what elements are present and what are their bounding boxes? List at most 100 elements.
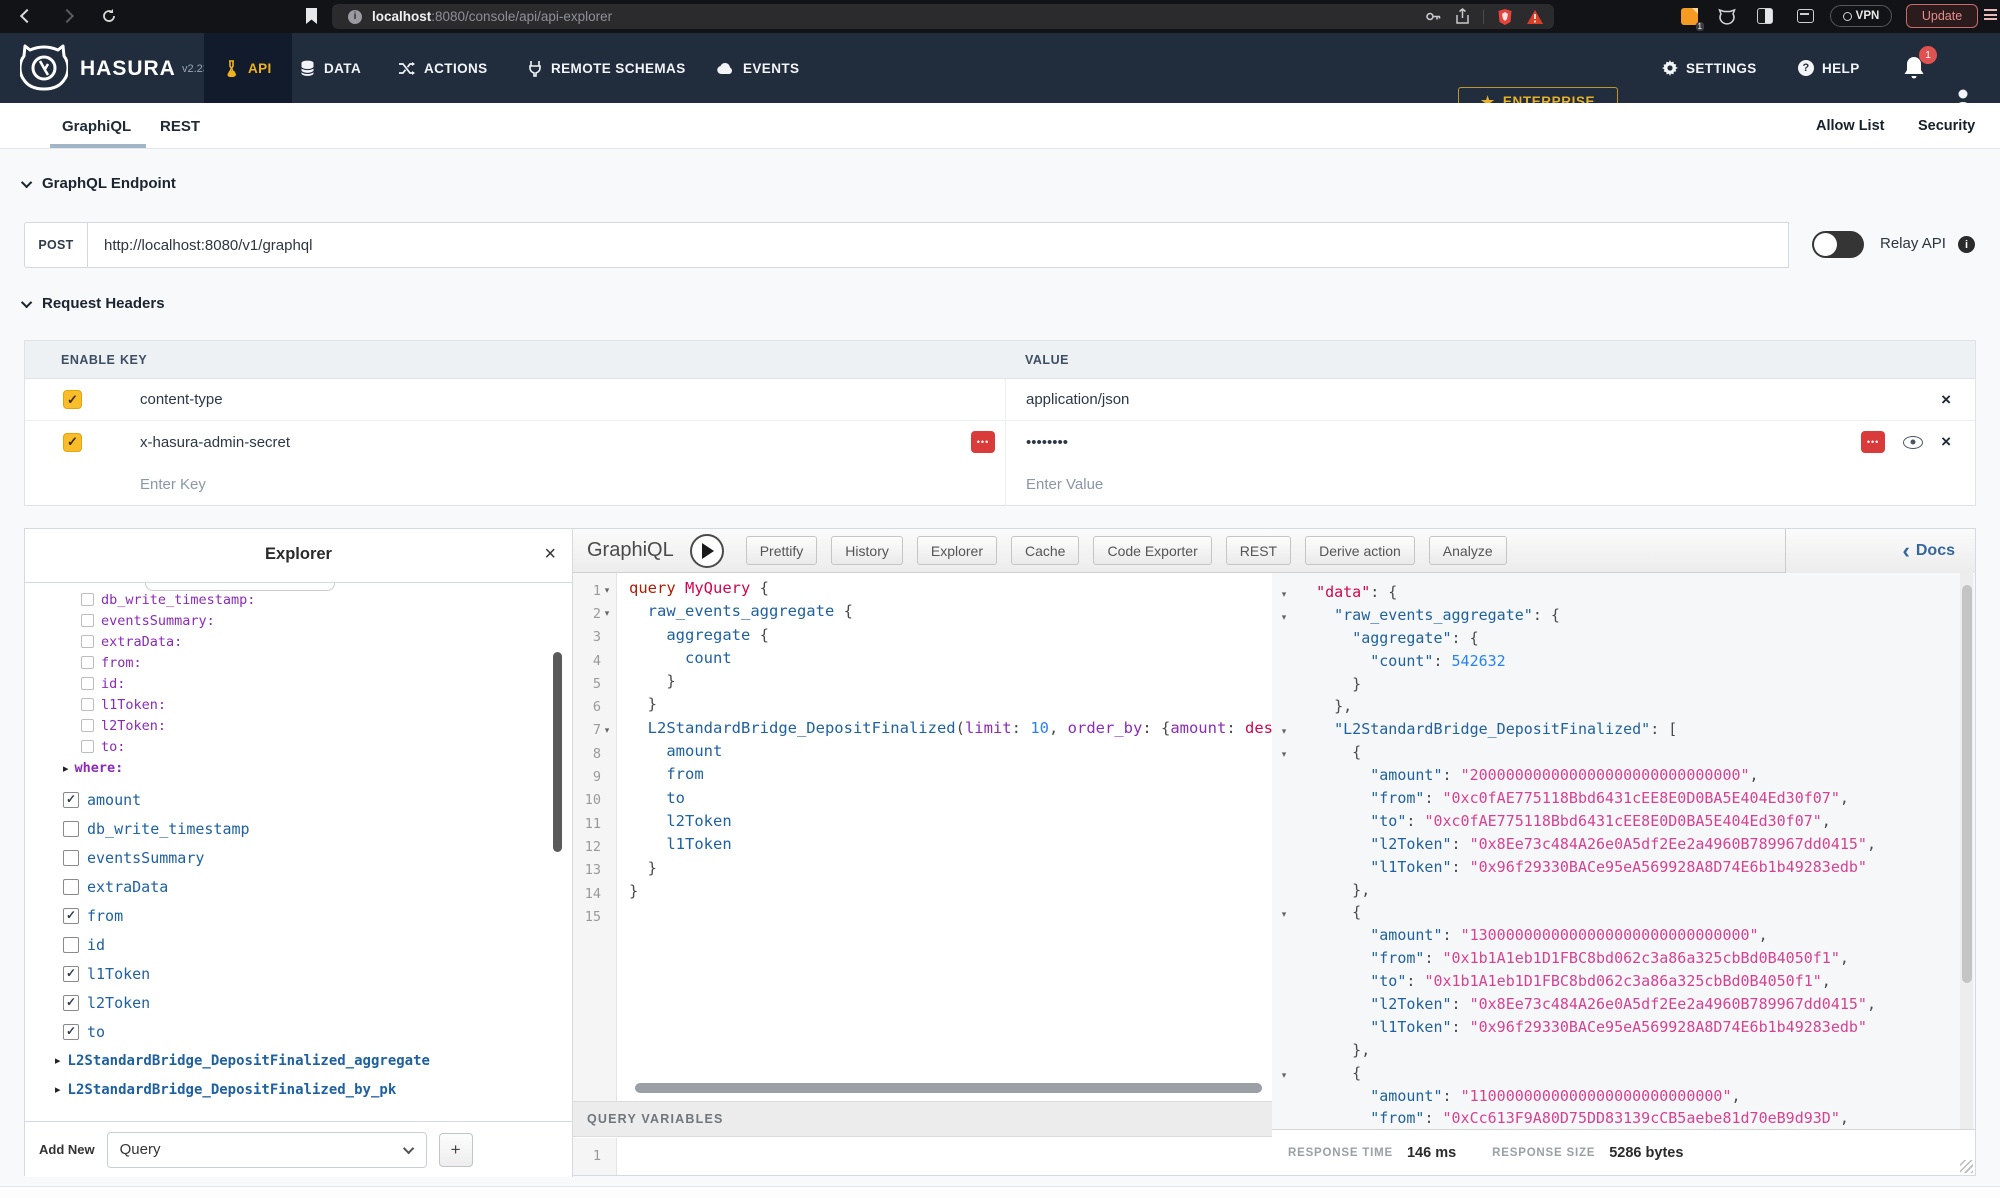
query-variables-editor[interactable]: 1 <box>573 1138 1272 1175</box>
argument-checkbox[interactable] <box>81 677 94 690</box>
header-value-input[interactable]: •••••••• <box>1026 434 1068 451</box>
fold-arrow-icon[interactable]: ▾ <box>601 585 613 596</box>
response-scrollbar-thumb[interactable] <box>1962 585 1972 983</box>
fold-arrow-icon[interactable]: ▾ <box>1278 1070 1290 1081</box>
header-enable-checkbox[interactable]: ✓ <box>63 390 82 409</box>
fold-arrow-icon[interactable]: ▾ <box>1278 749 1290 760</box>
relay-info-icon[interactable]: i <box>1958 236 1975 253</box>
header-value-input[interactable]: application/json <box>1026 391 1129 408</box>
fold-arrow-icon[interactable]: ▾ <box>1278 589 1290 600</box>
field-checkbox[interactable] <box>63 879 79 895</box>
explorer-argument-item[interactable]: id: <box>81 673 572 694</box>
explorer-field-item[interactable]: ✓l2Token <box>63 988 572 1017</box>
explorer-field-item[interactable]: ✓from <box>63 901 572 930</box>
field-checkbox[interactable]: ✓ <box>63 995 79 1011</box>
explorer-field-item[interactable]: ✓l1Token <box>63 959 572 988</box>
explorer-argument-item[interactable]: eventsSummary: <box>81 610 572 631</box>
reveal-value-eye-icon[interactable] <box>1903 436 1923 449</box>
field-checkbox[interactable]: ✓ <box>63 792 79 808</box>
site-info-icon[interactable]: i <box>348 10 362 24</box>
vpn-button[interactable]: VPN <box>1830 5 1892 27</box>
fold-arrow-icon[interactable]: ▾ <box>1278 909 1290 920</box>
fold-arrow-icon[interactable]: ▾ <box>601 725 613 736</box>
field-checkbox[interactable]: ✓ <box>63 908 79 924</box>
response-json-viewer[interactable]: "data": { "raw_events_aggregate": { "agg… <box>1298 573 1961 1131</box>
argument-checkbox[interactable] <box>81 698 94 711</box>
explorer-field-item[interactable]: id <box>63 930 572 959</box>
header-key-input[interactable]: x-hasura-admin-secret <box>120 434 290 451</box>
browser-menu-button[interactable] <box>1984 9 1997 20</box>
explorer-expandable-item[interactable]: ▸L2StandardBridge_DepositFinalized_aggre… <box>55 1046 572 1075</box>
nav-tab-api[interactable]: API <box>204 33 292 103</box>
fold-arrow-icon[interactable]: ▾ <box>1278 612 1290 623</box>
execute-query-button[interactable] <box>690 534 724 568</box>
field-checkbox[interactable] <box>63 821 79 837</box>
toolbar-button-explorer[interactable]: Explorer <box>917 536 997 565</box>
graphql-endpoint-input[interactable]: http://localhost:8080/v1/graphql <box>88 222 1789 268</box>
header-key-input[interactable]: content-type <box>120 391 223 408</box>
hasura-logo[interactable] <box>20 44 68 97</box>
field-checkbox[interactable]: ✓ <box>63 966 79 982</box>
explorer-argument-item[interactable]: extraData: <box>81 631 572 652</box>
request-headers-section-header[interactable]: Request Headers <box>24 295 165 312</box>
help-button[interactable]: ? HELP <box>1798 33 1860 103</box>
password-manager-icon[interactable]: ••• <box>1861 431 1885 453</box>
notifications-button[interactable]: 1 <box>1902 55 1930 83</box>
argument-checkbox[interactable] <box>81 614 94 627</box>
query-code-area[interactable]: query MyQuery { raw_events_aggregate { a… <box>617 573 1272 1101</box>
bookmark-button[interactable] <box>300 5 322 27</box>
nav-tab-data[interactable]: DATA <box>300 33 361 103</box>
explorer-field-item[interactable]: extraData <box>63 872 572 901</box>
toolbar-button-history[interactable]: History <box>831 536 903 565</box>
add-operation-button[interactable]: + <box>439 1133 473 1167</box>
url-bar[interactable]: i localhost:8080/console/api/api-explore… <box>332 4 1554 29</box>
nav-tab-actions[interactable]: ACTIONS <box>398 33 488 103</box>
argument-checkbox[interactable] <box>81 740 94 753</box>
explorer-argument-item[interactable]: l2Token: <box>81 715 572 736</box>
toolbar-button-derive-action[interactable]: Derive action <box>1305 536 1415 565</box>
tab-graphiql[interactable]: GraphiQL <box>62 103 131 149</box>
argument-checkbox[interactable] <box>81 635 94 648</box>
browser-reload-button[interactable] <box>98 5 120 27</box>
explorer-argument-item[interactable]: from: <box>81 652 572 673</box>
argument-checkbox[interactable] <box>81 593 94 606</box>
toolbar-button-cache[interactable]: Cache <box>1011 536 1079 565</box>
explorer-expandable-item[interactable]: ▸L2StandardBridge_DepositFinalized_by_pk <box>55 1075 572 1104</box>
explorer-where-item[interactable]: ▸ where: <box>63 757 572 779</box>
extension-notes-button[interactable]: 1 <box>1678 5 1700 27</box>
extension-wallet-button[interactable] <box>1794 5 1816 27</box>
field-checkbox[interactable] <box>63 937 79 953</box>
explorer-argument-item[interactable]: l1Token: <box>81 694 572 715</box>
explorer-field-item[interactable]: eventsSummary <box>63 843 572 872</box>
explorer-argument-item[interactable]: to: <box>81 736 572 757</box>
graphql-endpoint-section-header[interactable]: GraphQL Endpoint <box>24 175 176 192</box>
argument-checkbox[interactable] <box>81 719 94 732</box>
field-checkbox[interactable] <box>63 850 79 866</box>
tab-rest[interactable]: REST <box>160 103 200 149</box>
browser-forward-button[interactable] <box>56 5 78 27</box>
fold-arrow-icon[interactable]: ▾ <box>601 608 613 619</box>
argument-checkbox[interactable] <box>81 656 94 669</box>
query-editor-pane[interactable]: 1▾2▾3▾4▾5▾6▾7▾8▾9▾10▾11▾12▾13▾14▾15▾ que… <box>573 573 1272 1175</box>
toolbar-button-prettify[interactable]: Prettify <box>746 536 818 565</box>
share-icon[interactable] <box>1455 8 1470 25</box>
toolbar-button-analyze[interactable]: Analyze <box>1429 536 1507 565</box>
brave-shield-icon[interactable] <box>1497 8 1513 26</box>
explorer-field-item[interactable]: db_write_timestamp <box>63 814 572 843</box>
resize-handle[interactable] <box>1960 1160 1973 1173</box>
explorer-close-button[interactable]: × <box>544 543 556 566</box>
relay-api-toggle[interactable] <box>1812 231 1864 258</box>
toolbar-button-code-exporter[interactable]: Code Exporter <box>1093 536 1211 565</box>
explorer-field-item[interactable]: ✓to <box>63 1017 572 1046</box>
nav-tab-events[interactable]: EVENTS <box>716 33 799 103</box>
browser-back-button[interactable] <box>16 5 38 27</box>
explorer-field-item[interactable]: ✓amount <box>63 785 572 814</box>
settings-button[interactable]: SETTINGS <box>1662 33 1757 103</box>
browser-update-button[interactable]: Update <box>1906 4 1978 28</box>
password-manager-icon[interactable]: ••• <box>971 431 995 453</box>
header-enable-checkbox[interactable]: ✓ <box>63 433 82 452</box>
new-header-key-input[interactable]: Enter Key <box>120 476 206 493</box>
security-link[interactable]: Security <box>1918 103 1975 149</box>
remove-header-button[interactable]: × <box>1941 390 1951 410</box>
query-variables-header[interactable]: QUERY VARIABLES <box>573 1101 1272 1137</box>
